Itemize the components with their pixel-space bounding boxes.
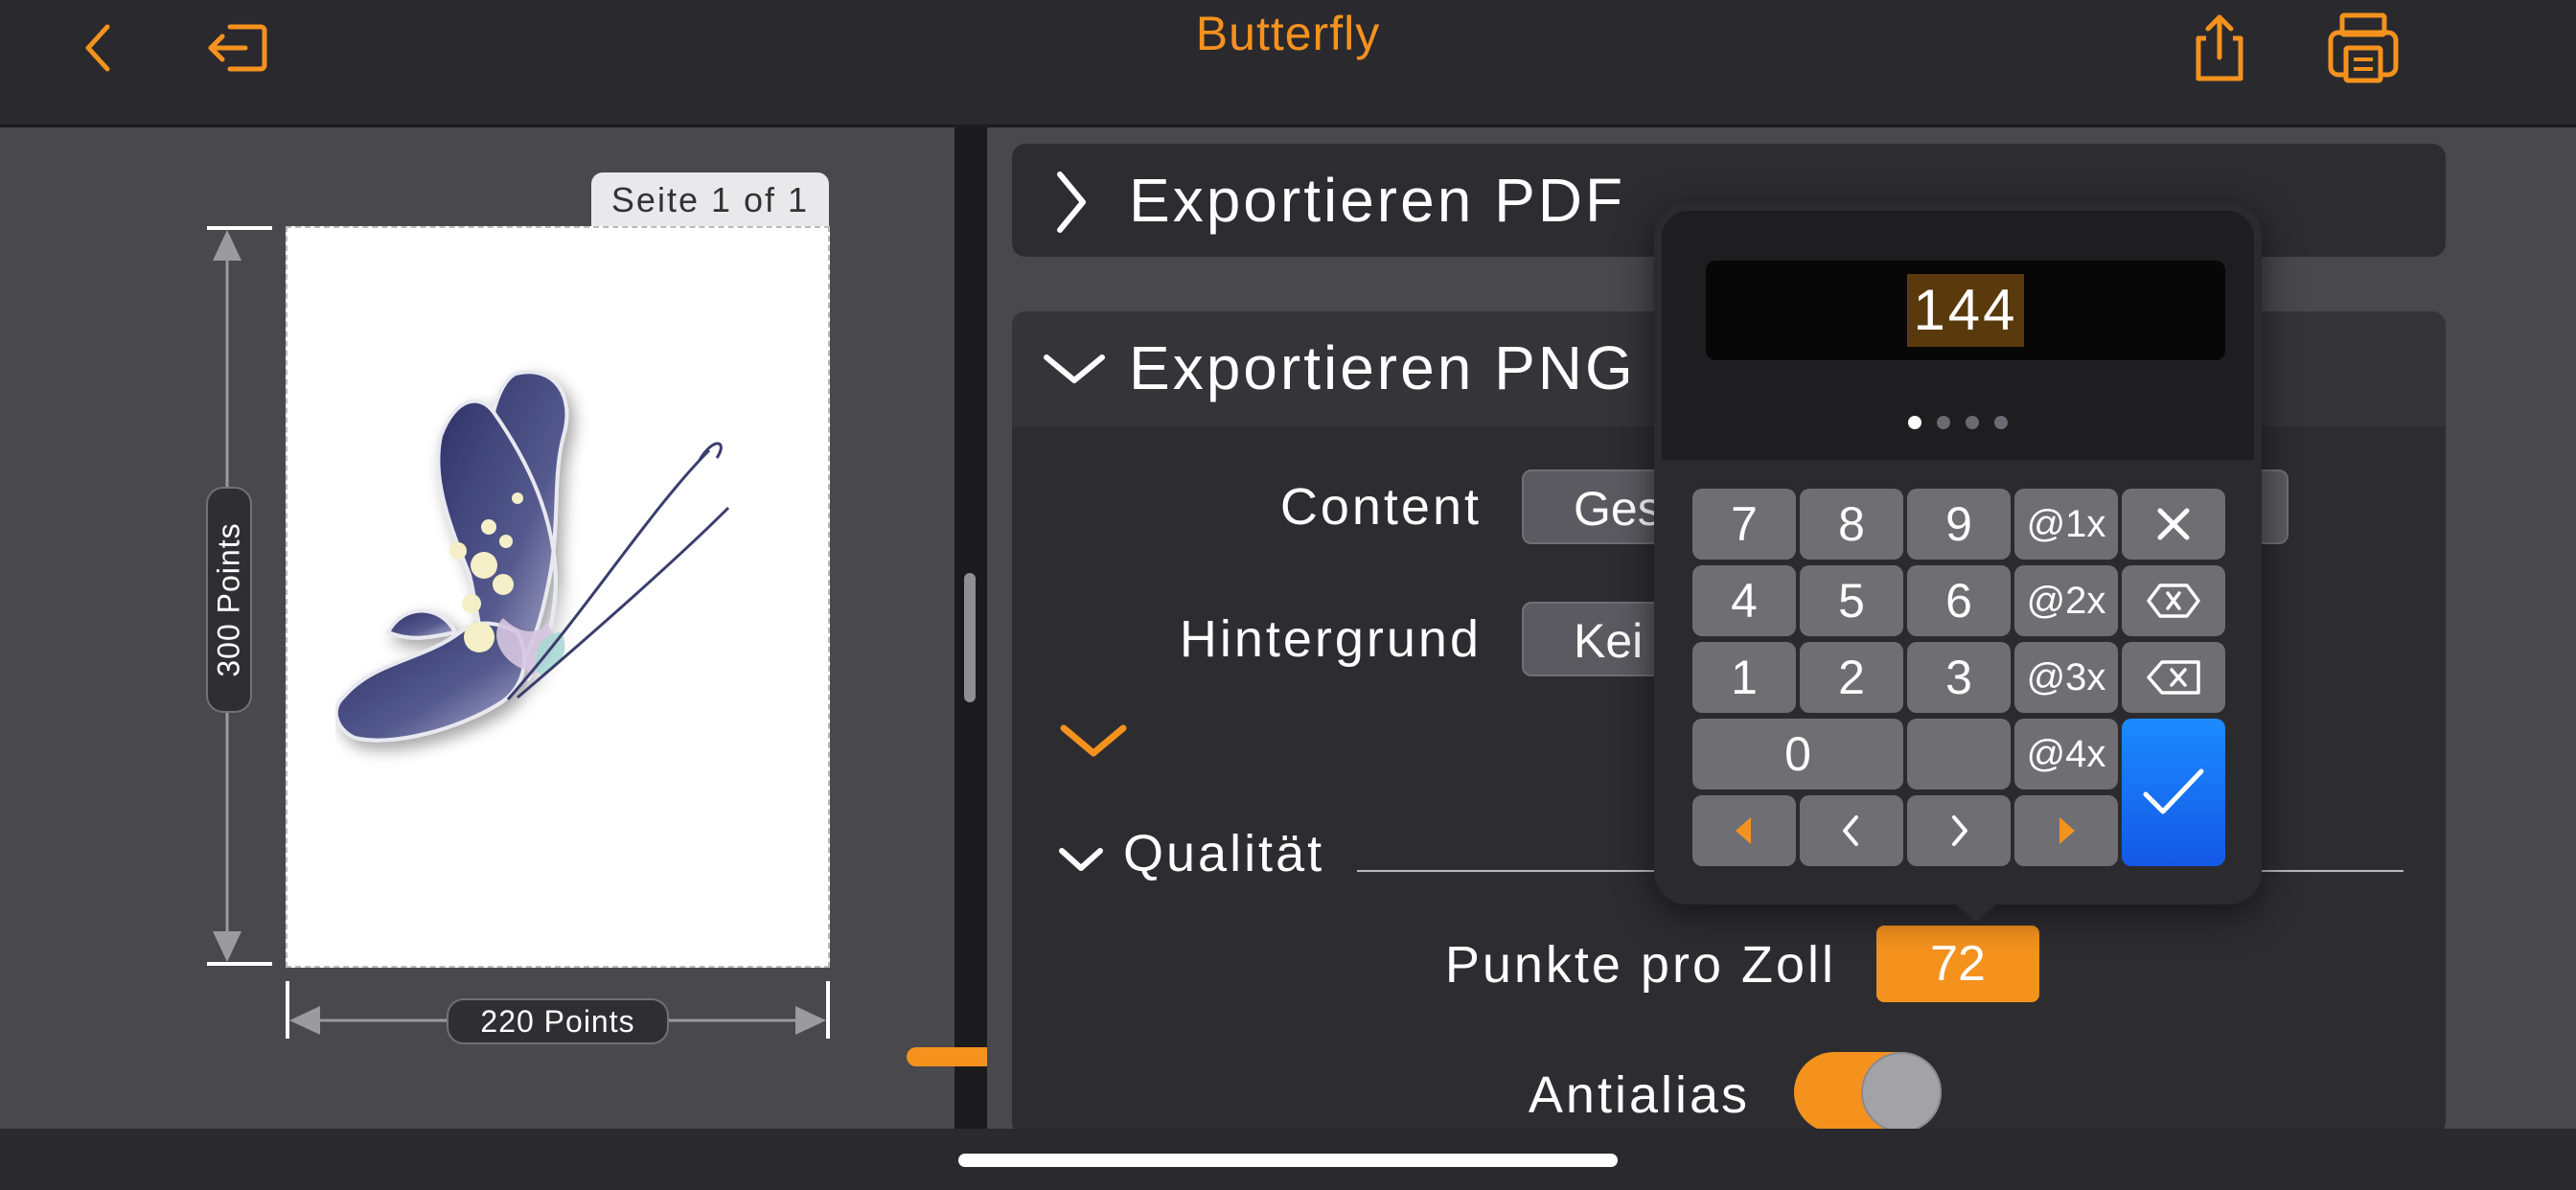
chevron-down-icon bbox=[1044, 355, 1105, 383]
cursor-start-key[interactable] bbox=[1692, 795, 1796, 866]
content-label: Content bbox=[1279, 478, 1482, 536]
quality-title[interactable]: Qualität bbox=[1123, 824, 1324, 883]
cursor-start-icon bbox=[1736, 817, 1751, 844]
key-scale-1x[interactable]: @1x bbox=[2014, 489, 2118, 560]
export-png-title: Exportieren PNG bbox=[1129, 333, 1636, 402]
page-dots[interactable] bbox=[1662, 416, 2254, 429]
background-label: Hintergrund bbox=[1179, 610, 1482, 668]
key-5[interactable]: 5 bbox=[1800, 565, 1903, 636]
home-indicator[interactable] bbox=[958, 1154, 1618, 1167]
dpi-field[interactable]: 72 bbox=[1876, 926, 2039, 1002]
popover-arrow bbox=[1951, 901, 2001, 922]
keypad-display: 144 bbox=[1706, 261, 2225, 360]
key-7[interactable]: 7 bbox=[1692, 489, 1796, 560]
export-pdf-title: Exportieren PDF bbox=[1129, 166, 1626, 235]
confirm-button[interactable] bbox=[2122, 719, 2225, 866]
dpi-label: Punkte pro Zoll bbox=[1444, 936, 1836, 994]
numeric-keypad-popover: 144 7 8 9 @1x 4 5 6 @2x 1 2 3 @3x 0 @4x bbox=[1654, 203, 2262, 922]
height-dimension-label: 300 Points bbox=[206, 487, 252, 713]
backspace-icon bbox=[2147, 660, 2200, 695]
key-8[interactable]: 8 bbox=[1800, 489, 1903, 560]
chevron-right-icon bbox=[1057, 172, 1086, 233]
key-scale-4x[interactable]: @4x bbox=[2014, 719, 2118, 790]
quality-chevron-down-icon[interactable] bbox=[1058, 845, 1104, 874]
split-view-divider[interactable] bbox=[954, 127, 987, 1129]
blank-key[interactable] bbox=[1907, 719, 2011, 790]
chevron-right-small-icon bbox=[1952, 815, 1967, 846]
close-keypad-button[interactable] bbox=[2122, 489, 2225, 560]
key-4[interactable]: 4 bbox=[1692, 565, 1796, 636]
share-icon[interactable] bbox=[2181, 10, 2258, 86]
key-9[interactable]: 9 bbox=[1907, 489, 2011, 560]
page-indicator: Seite 1 of 1 bbox=[591, 172, 829, 228]
key-6[interactable]: 6 bbox=[1907, 565, 2011, 636]
key-1[interactable]: 1 bbox=[1692, 642, 1796, 713]
keypad-display-area: 144 bbox=[1662, 211, 2254, 460]
cursor-end-key[interactable] bbox=[2014, 795, 2118, 866]
key-0[interactable]: 0 bbox=[1692, 719, 1903, 790]
antialias-label: Antialias bbox=[1528, 1066, 1750, 1124]
cursor-end-icon bbox=[2059, 817, 2075, 844]
checkmark-icon bbox=[2143, 768, 2204, 814]
divider-grip[interactable] bbox=[964, 573, 976, 702]
toggle-knob bbox=[1861, 1052, 1942, 1133]
backspace-key[interactable] bbox=[2122, 642, 2225, 713]
key-scale-3x[interactable]: @3x bbox=[2014, 642, 2118, 713]
close-icon bbox=[2157, 508, 2190, 540]
chevron-left-icon bbox=[1843, 815, 1858, 846]
butterfly-illustration bbox=[335, 370, 730, 743]
cursor-left-key[interactable] bbox=[1800, 795, 1903, 866]
expand-more-icon[interactable] bbox=[1058, 721, 1129, 761]
keypad-display-value: 144 bbox=[1907, 274, 2024, 347]
key-2[interactable]: 2 bbox=[1800, 642, 1903, 713]
key-scale-2x[interactable]: @2x bbox=[2014, 565, 2118, 636]
key-3[interactable]: 3 bbox=[1907, 642, 2011, 713]
clear-key[interactable] bbox=[2122, 565, 2225, 636]
antialias-toggle[interactable] bbox=[1794, 1052, 1942, 1133]
print-icon[interactable] bbox=[2325, 10, 2402, 86]
cursor-right-key[interactable] bbox=[1907, 795, 2011, 866]
clear-all-icon bbox=[2147, 584, 2200, 618]
width-dimension-label: 220 Points bbox=[447, 998, 669, 1044]
